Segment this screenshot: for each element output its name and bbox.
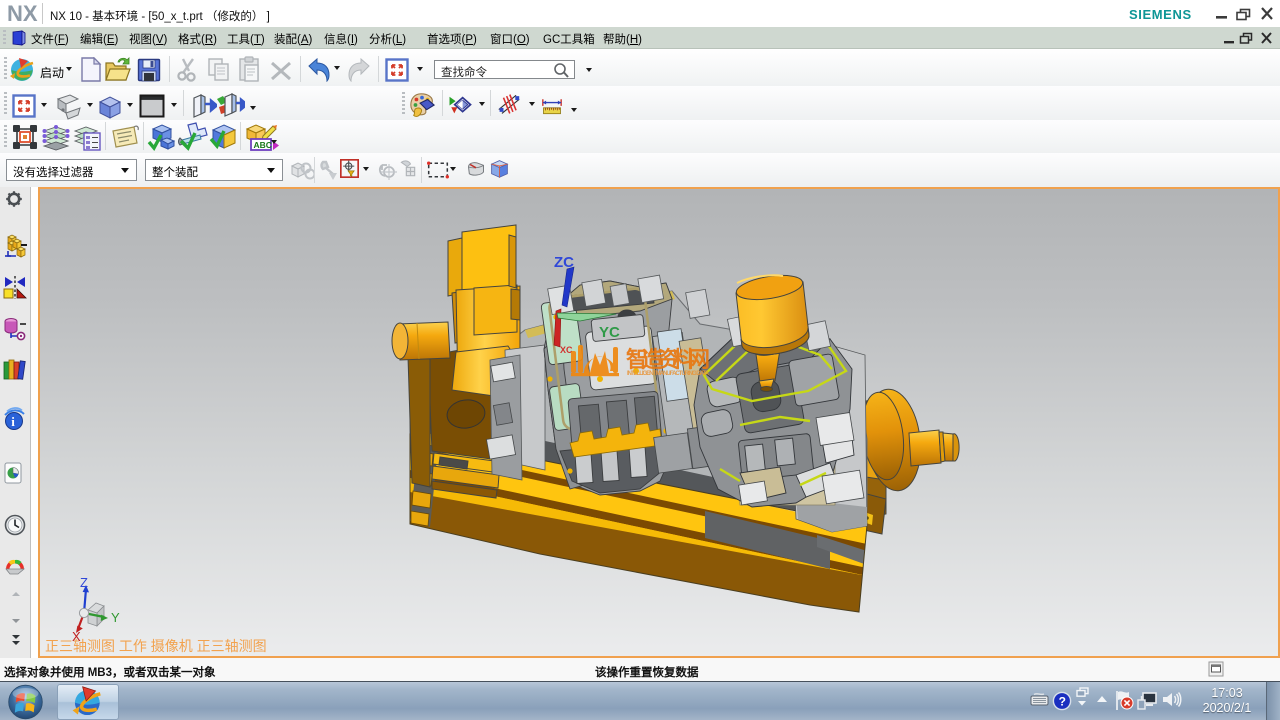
svg-text:Y: Y <box>111 610 120 625</box>
svg-text:?: ? <box>1059 694 1066 708</box>
svg-text:智造资料网: 智造资料网 <box>626 347 710 372</box>
svg-text:Z: Z <box>80 575 88 590</box>
svg-text:ABC: ABC <box>254 140 272 150</box>
svg-text:INTELLIGENT MANUFACTURING DATA: INTELLIGENT MANUFACTURING DATA <box>627 371 710 377</box>
svg-text:i: i <box>11 414 15 429</box>
svg-text:ZC: ZC <box>554 254 574 271</box>
svg-text:正三轴测图 工作 摄像机 正三轴测图: 正三轴测图 工作 摄像机 正三轴测图 <box>45 638 267 654</box>
svg-text:YC: YC <box>599 324 620 341</box>
